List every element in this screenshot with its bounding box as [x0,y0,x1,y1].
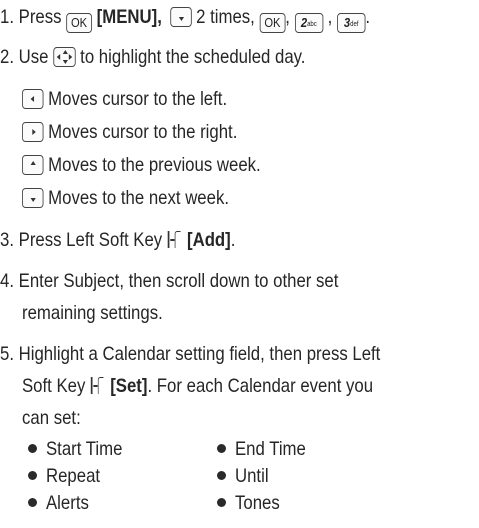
navigation-key-icon [53,47,76,67]
step-3: 3. Press Left Soft Key [Add]. [0,228,235,252]
key-2-icon: 2abc [294,13,324,33]
setting-item: Until [235,465,269,487]
bullet-icon [28,471,37,480]
step-1: 1. Press OK [MENU], 2 times, OK, 2abc , … [0,5,371,33]
ok-key-icon: OK [259,13,286,33]
sub-item-left: Moves cursor to the left. [22,87,227,111]
step-5-line-2: Soft Key [Set]. For each Calendar event … [22,375,374,397]
step-2-text: 2. Use [0,46,49,68]
bullet-icon [217,498,226,507]
left-soft-key-icon [90,375,105,395]
setting-item: Repeat [46,465,101,487]
bullet-icon [217,471,226,480]
instruction-page: 1. Press OK [MENU], 2 times, OK, 2abc , … [0,0,479,528]
set-label: [Set] [110,375,148,397]
up-key-icon [22,155,44,175]
sub-item-up: Moves to the previous week. [22,153,261,177]
right-key-icon [22,122,44,142]
step-4-line-2: remaining settings. [22,302,163,324]
setting-item: Alerts [46,492,89,514]
separator: , [327,6,333,28]
bullet-icon [28,498,37,507]
add-label: [Add] [186,229,231,251]
separator: , [285,6,290,28]
setting-item: Tones [235,492,280,514]
period: . [230,229,236,251]
left-soft-key-icon [167,229,182,249]
down-key-icon [22,188,44,208]
key-3-icon: 3def [336,13,366,33]
step-5-line-1: 5. Highlight a Calendar setting field, t… [0,343,381,365]
step-1-text: 1. Press [0,6,62,28]
bullet-icon [217,444,226,453]
menu-label: [MENU], [96,6,162,28]
step-2: 2. Use to highlight the scheduled day. [0,45,305,69]
ok-key-icon: OK [66,13,92,33]
step-2-suffix: to highlight the scheduled day. [80,46,306,68]
times-text: 2 times, [196,6,255,28]
sub-item-down: Moves to the next week. [22,186,229,210]
step-4-line-1: 4. Enter Subject, then scroll down to ot… [0,270,339,292]
left-key-icon [22,89,44,109]
step-5-line-3: can set: [22,407,81,429]
bullet-icon [28,444,37,453]
period: . [365,6,371,28]
setting-item: End Time [235,438,306,460]
setting-item: Start Time [46,438,123,460]
down-key-icon [169,7,192,27]
step-3-text: 3. Press Left Soft Key [0,229,163,251]
sub-item-right: Moves cursor to the right. [22,120,237,144]
